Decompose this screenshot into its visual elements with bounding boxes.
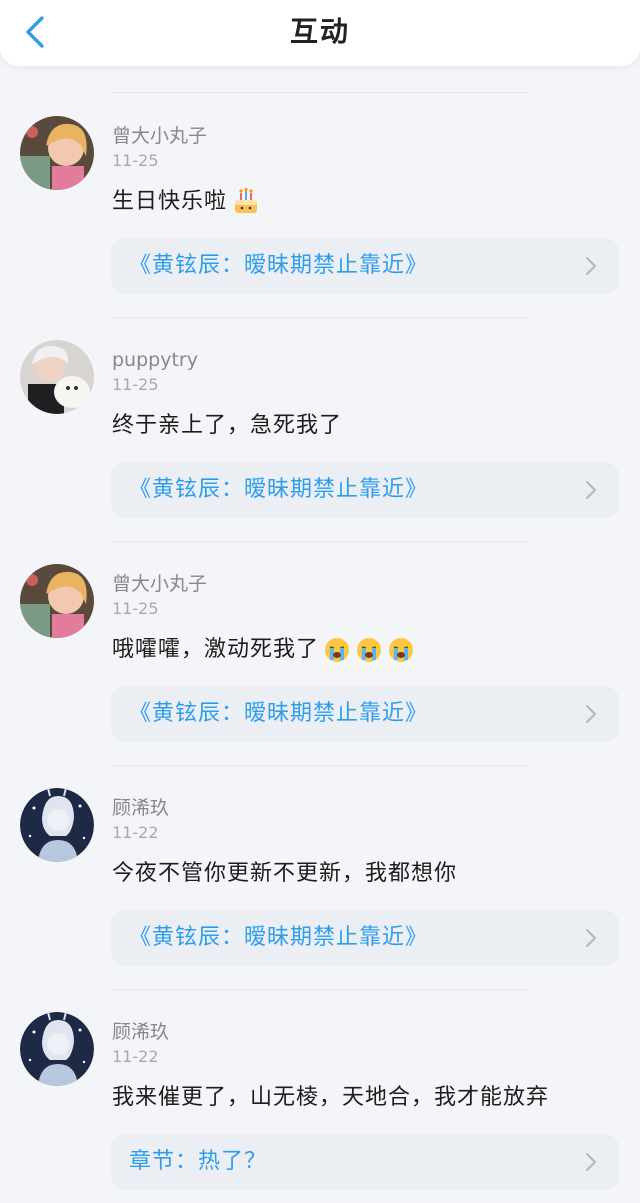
linked-chapter-title: 章节：热了？ (129, 1149, 268, 1174)
chevron-right-icon (585, 928, 597, 948)
chevron-right-icon (585, 704, 597, 724)
crying-face-emoji (389, 638, 414, 662)
comment-date: 11-25 (112, 375, 159, 394)
divider (110, 765, 530, 766)
linked-work-title: 《黄铉辰：暧昧期禁止靠近》 (129, 925, 429, 950)
avatar[interactable] (20, 788, 94, 862)
crying-face-emoji (325, 638, 350, 662)
divider (110, 317, 530, 318)
username[interactable]: 曾大小丸子 (112, 572, 207, 596)
linked-work-title: 《黄铉辰：暧昧期禁止靠近》 (129, 477, 429, 502)
avatar[interactable] (20, 116, 94, 190)
avatar[interactable] (20, 564, 94, 638)
chevron-right-icon (585, 256, 597, 276)
comment-date: 11-22 (112, 823, 159, 842)
chevron-right-icon (585, 1152, 597, 1172)
username[interactable]: puppytry (112, 348, 198, 372)
comment-item: 顾浠玖 11-22 我来催更了，山无棱，天地合，我才能放弃 章节：热了？ (0, 1012, 640, 1203)
comment-item: 曾大小丸子 11-25 生日快乐啦 《黄铉辰：暧昧期禁止靠近》 (0, 116, 640, 340)
linked-work-card[interactable]: 《黄铉辰：暧昧期禁止靠近》 (111, 686, 619, 742)
chevron-right-icon (585, 480, 597, 500)
avatar[interactable] (20, 340, 94, 414)
comment-message: 终于亲上了，急死我了 (112, 413, 343, 438)
comment-date: 11-25 (112, 599, 159, 618)
comment-text: 今夜不管你更新不更新，我都想你 (112, 858, 457, 890)
divider (110, 92, 530, 93)
linked-work-card[interactable]: 《黄铉辰：暧昧期禁止靠近》 (111, 462, 619, 518)
comment-item: puppytry 11-25 终于亲上了，急死我了 《黄铉辰：暧昧期禁止靠近》 (0, 340, 640, 564)
comment-text: 我来催更了，山无棱，天地合，我才能放弃 (112, 1082, 549, 1114)
username[interactable]: 曾大小丸子 (112, 124, 207, 148)
page-title: 互动 (289, 15, 350, 48)
username[interactable]: 顾浠玖 (112, 1020, 169, 1044)
comment-message: 今夜不管你更新不更新，我都想你 (112, 861, 458, 886)
divider (110, 541, 530, 542)
comment-text: 生日快乐啦 (112, 186, 261, 218)
comment-message: 我来催更了，山无棱，天地合，我才能放弃 (112, 1085, 550, 1110)
comment-text: 终于亲上了，急死我了 (112, 410, 342, 442)
crying-face-emoji (357, 638, 382, 662)
avatar[interactable] (20, 1012, 94, 1086)
linked-work-title: 《黄铉辰：暧昧期禁止靠近》 (129, 253, 429, 278)
comment-date: 11-22 (112, 1047, 159, 1066)
comment-item: 顾浠玖 11-22 今夜不管你更新不更新，我都想你 《黄铉辰：暧昧期禁止靠近》 (0, 788, 640, 1012)
comment-message: 哦嚯嚯，激动死我了 (112, 637, 320, 662)
birthday-cake-emoji (235, 187, 258, 213)
comment-text: 哦嚯嚯，激动死我了 (112, 634, 415, 666)
linked-work-title: 《黄铉辰：暧昧期禁止靠近》 (129, 701, 429, 726)
comment-date: 11-25 (112, 151, 159, 170)
interaction-feed[interactable]: 曾大小丸子 11-25 生日快乐啦 《黄铉辰：暧昧期禁止靠近》 puppytry… (0, 66, 640, 1203)
linked-work-card[interactable]: 《黄铉辰：暧昧期禁止靠近》 (111, 910, 619, 966)
comment-item: 曾大小丸子 11-25 哦嚯嚯，激动死我了 《黄铉辰：暧昧期禁止靠近》 (0, 564, 640, 788)
linked-work-card[interactable]: 《黄铉辰：暧昧期禁止靠近》 (111, 238, 619, 294)
comment-message: 生日快乐啦 (112, 189, 228, 214)
top-bar: 互动 (0, 0, 640, 66)
linked-chapter-card[interactable]: 章节：热了？ (111, 1134, 619, 1190)
username[interactable]: 顾浠玖 (112, 796, 169, 820)
divider (110, 989, 530, 990)
